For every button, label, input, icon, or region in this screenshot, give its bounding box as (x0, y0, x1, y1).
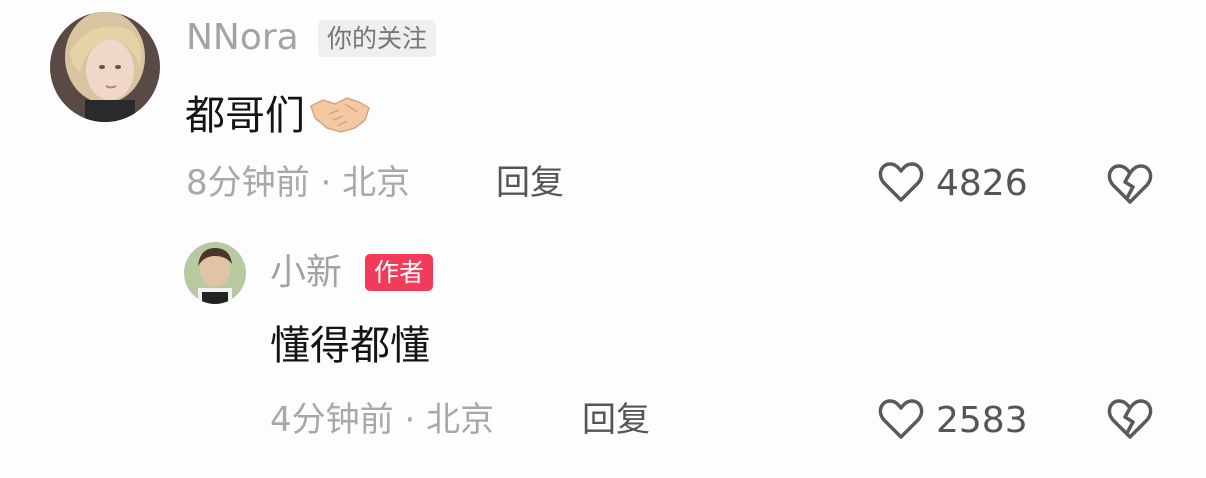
like-count: 4826 (936, 163, 1028, 204)
comment-text-content: 懂得都懂 (270, 323, 430, 369)
meta-separator: · (404, 400, 416, 440)
like-button[interactable]: 4826 (878, 160, 1028, 208)
avatar[interactable] (184, 242, 246, 304)
following-badge: 你的关注 (318, 20, 437, 57)
comment-time: 4分钟前 (270, 400, 394, 440)
handshake-emoji (309, 90, 371, 141)
comment-text: 都哥们 (185, 90, 371, 141)
author-badge: 作者 (365, 254, 434, 291)
comment-meta: 4分钟前 · 北京 (270, 403, 494, 437)
username[interactable]: NNora (186, 20, 299, 56)
comment-location: 北京 (342, 163, 411, 203)
like-count: 2583 (936, 400, 1028, 441)
like-button[interactable]: 2583 (878, 397, 1028, 445)
reply-button[interactable]: 回复 (496, 166, 564, 200)
comment-time: 8分钟前 (186, 163, 310, 203)
username[interactable]: 小新 (270, 255, 342, 291)
broken-heart-icon[interactable] (1106, 397, 1154, 445)
comment-location: 北京 (426, 400, 495, 440)
comment-meta: 8分钟前 · 北京 (186, 166, 410, 200)
heart-outline-icon (878, 397, 924, 445)
meta-separator: · (320, 163, 332, 203)
broken-heart-icon[interactable] (1106, 162, 1154, 210)
comment-text: 懂得都懂 (270, 326, 430, 366)
avatar[interactable] (50, 12, 160, 122)
reply-button[interactable]: 回复 (582, 403, 650, 437)
comment-text-content: 都哥们 (185, 92, 305, 139)
heart-outline-icon (878, 160, 924, 208)
